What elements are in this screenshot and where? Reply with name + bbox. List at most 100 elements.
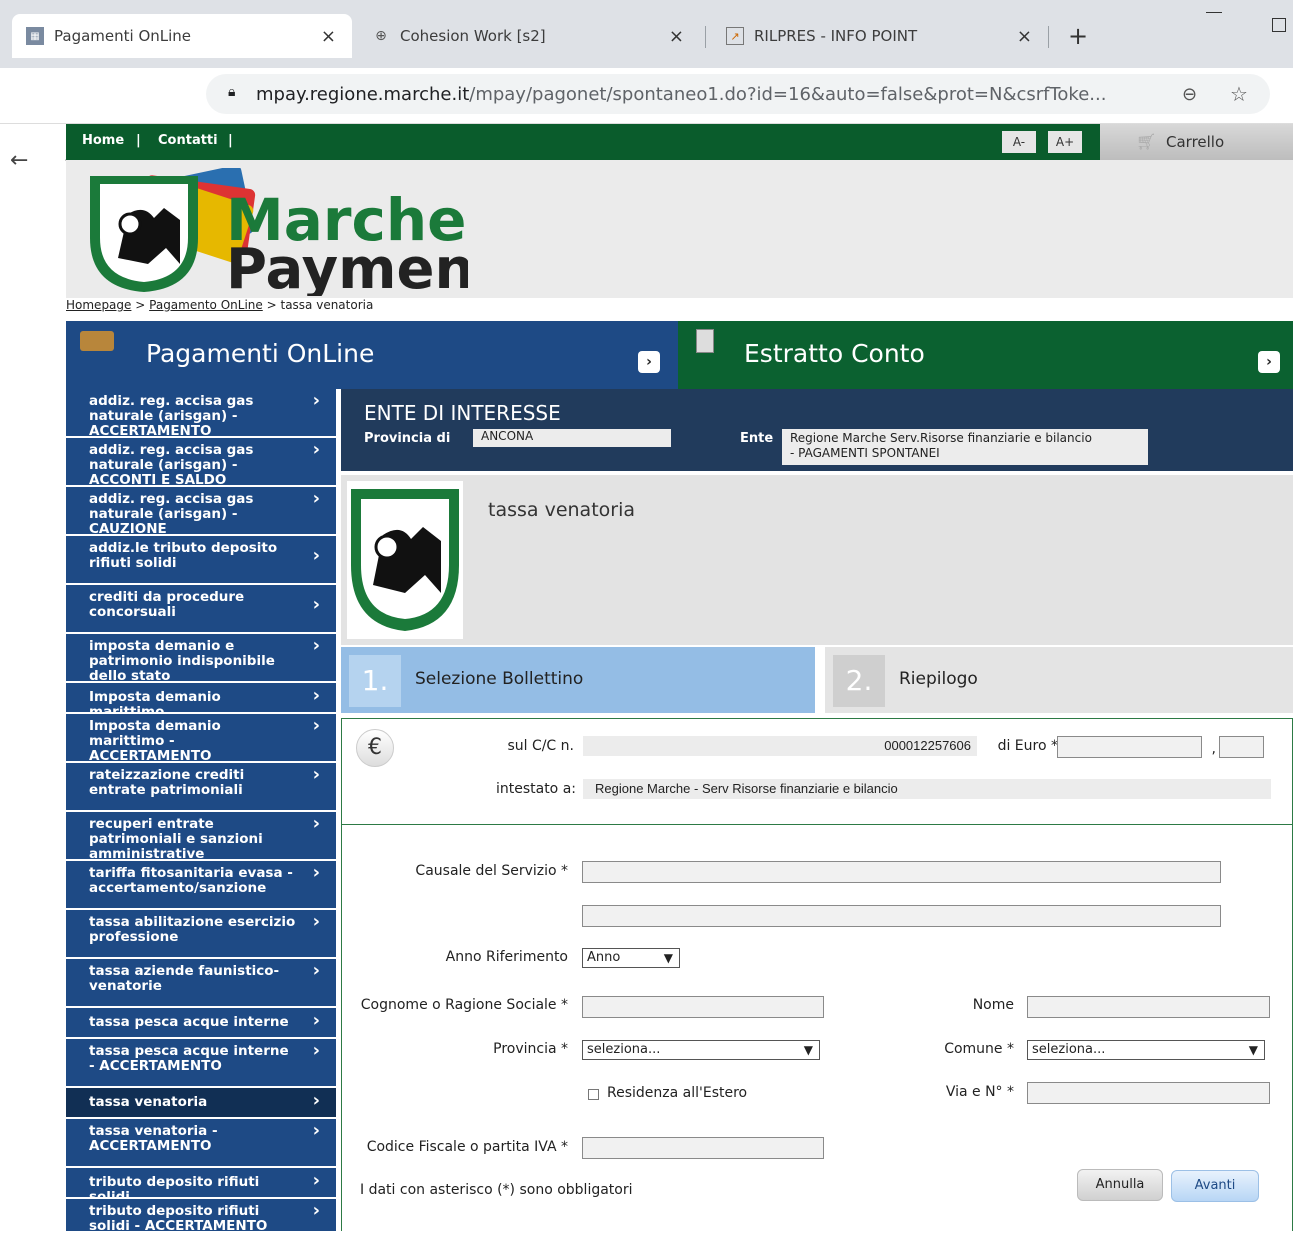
sidebar-item[interactable]: Imposta demanio marittimo › <box>66 683 336 720</box>
sidebar-item[interactable]: tassa pesca acque interne › <box>66 1008 336 1039</box>
sidebar-item[interactable]: crediti da procedure concorsuali › <box>66 585 336 634</box>
breadcrumb-homepage-link[interactable]: Homepage <box>66 298 131 312</box>
codice-fiscale-input[interactable] <box>582 1137 824 1159</box>
bookmark-star-icon[interactable]: ☆ <box>1230 82 1248 106</box>
ente-panel: ENTE DI INTERESSE Provincia di ANCONA En… <box>341 389 1293 471</box>
sidebar-item[interactable]: tributo deposito rifiuti solidi - ACCERT… <box>66 1199 336 1234</box>
contatti-link[interactable]: Contatti <box>158 133 218 148</box>
provincia-select-value: seleziona... <box>587 1042 661 1057</box>
sidebar-item[interactable]: addiz. reg. accisa gas naturale (arisgan… <box>66 389 336 439</box>
ente-value: Regione Marche Serv.Risorse finanziarie … <box>782 429 1148 465</box>
url-bar[interactable]: 🔒︎ mpay.regione.marche.it/mpay/pagonet/s… <box>206 74 1270 114</box>
close-tab-icon[interactable]: × <box>669 26 684 47</box>
chevron-right-icon: › <box>312 813 320 834</box>
main-content: ENTE DI INTERESSE Provincia di ANCONA En… <box>341 389 1293 1231</box>
lock-icon: 🔒︎ <box>228 84 236 100</box>
required-fields-note: I dati con asterisco (*) sono obbligator… <box>360 1182 633 1198</box>
chevron-down-icon: ▼ <box>1248 1043 1258 1057</box>
sidebar-item[interactable]: tassa pesca acque interne - ACCERTAMENTO… <box>66 1039 336 1088</box>
marche-payment-logo: Marche Payment <box>90 168 468 296</box>
minimize-window-icon[interactable] <box>1206 12 1222 13</box>
back-arrow-icon[interactable]: ← <box>10 148 28 173</box>
home-link[interactable]: Home <box>82 133 124 148</box>
site-header: Marche Payment <box>66 160 1293 298</box>
arrow-right-icon[interactable]: › <box>1258 351 1280 373</box>
cognome-input[interactable] <box>582 996 824 1018</box>
sidebar-item[interactable]: recuperi entrate patrimoniali e sanzioni… <box>66 812 336 862</box>
maximize-window-icon[interactable] <box>1272 18 1286 32</box>
chevron-right-icon: › <box>312 1040 320 1061</box>
font-decrease-button[interactable]: A- <box>1002 131 1036 153</box>
euro-integer-input[interactable] <box>1057 736 1202 758</box>
sidebar-item-label: tassa abilitazione esercizio professione <box>89 914 296 945</box>
chart-favicon-icon: ↗ <box>726 27 744 45</box>
pagamenti-online-banner[interactable]: Pagamenti OnLine › <box>66 321 678 389</box>
sidebar-item-label: tassa aziende faunistico-venatorie <box>89 963 280 994</box>
ente-value-line1: Regione Marche Serv.Risorse finanziarie … <box>790 431 1092 445</box>
zoom-icon[interactable]: ⊖ <box>1182 84 1197 105</box>
tab-separator <box>1048 26 1049 48</box>
sidebar-item[interactable]: tariffa fitosanitaria evasa - accertamen… <box>66 861 336 910</box>
new-tab-button[interactable]: + <box>1068 22 1088 50</box>
breadcrumb-current: tassa venatoria <box>280 298 374 312</box>
intestato-value: Regione Marche - Serv Risorse finanziari… <box>583 779 1271 799</box>
nome-input[interactable] <box>1027 996 1270 1018</box>
breadcrumb-pagamento-link[interactable]: Pagamento OnLine <box>149 298 263 312</box>
chevron-right-icon: › <box>312 594 320 615</box>
cart-button[interactable]: 🛒︎ Carrello <box>1100 124 1293 160</box>
sidebar-item[interactable]: Imposta demanio marittimo - ACCERTAMENTO… <box>66 714 336 764</box>
anno-select-value: Anno <box>587 950 621 965</box>
sidebar-item-label: tassa pesca acque interne - ACCERTAMENTO <box>89 1043 289 1074</box>
sidebar-item[interactable]: tassa venatoria - ACCERTAMENTO › <box>66 1119 336 1168</box>
sidebar-item-label: tassa venatoria - ACCERTAMENTO <box>89 1123 218 1154</box>
pagamenti-online-title: Pagamenti OnLine <box>146 339 375 368</box>
font-increase-button[interactable]: A+ <box>1048 131 1082 153</box>
step-selezione-bollettino: 1. Selezione Bollettino <box>341 647 815 713</box>
services-sidebar: addiz. reg. accisa gas naturale (arisgan… <box>66 389 336 1234</box>
nome-label: Nome <box>972 997 1014 1013</box>
causale-input-1[interactable] <box>582 861 1221 883</box>
causale-input-2[interactable] <box>582 905 1221 927</box>
annulla-button[interactable]: Annulla <box>1077 1169 1163 1201</box>
chevron-right-icon: › <box>312 488 320 509</box>
provincia-select[interactable]: seleziona... ▼ <box>582 1040 820 1060</box>
arrow-right-icon[interactable]: › <box>638 351 660 373</box>
causale-label: Causale del Servizio * <box>415 863 568 879</box>
cart-icon: 🛒︎ <box>1136 132 1157 151</box>
ente-label: Ente <box>740 431 774 446</box>
avanti-button[interactable]: Avanti <box>1171 1170 1259 1202</box>
sidebar-item-selected[interactable]: tassa venatoria › <box>66 1088 336 1119</box>
comune-select[interactable]: seleziona... ▼ <box>1027 1040 1265 1060</box>
chevron-right-icon: › <box>312 911 320 932</box>
sidebar-item[interactable]: addiz. reg. accisa gas naturale (arisgan… <box>66 487 336 537</box>
residenza-estero-checkbox[interactable] <box>588 1089 599 1100</box>
sidebar-item[interactable]: tassa abilitazione esercizio professione… <box>66 910 336 959</box>
comune-label: Comune * <box>944 1041 1014 1057</box>
browser-tab-bar: ▦ Pagamenti OnLine × ⊕ Cohesion Work [s2… <box>0 0 1293 68</box>
sidebar-item-label: rateizzazione crediti entrate patrimonia… <box>89 767 245 798</box>
tab-pagamenti-online[interactable]: ▦ Pagamenti OnLine × <box>12 14 352 58</box>
close-tab-icon[interactable]: × <box>321 26 336 47</box>
sidebar-item-label: tariffa fitosanitaria evasa - accertamen… <box>89 865 293 896</box>
euro-cents-input[interactable] <box>1219 736 1264 758</box>
tab-rilpres[interactable]: ↗ RILPRES - INFO POINT × <box>712 14 1048 58</box>
close-tab-icon[interactable]: × <box>1017 26 1032 47</box>
sidebar-item[interactable]: imposta demanio e patrimonio indisponibi… <box>66 634 336 684</box>
estratto-conto-banner[interactable]: Estratto Conto › <box>678 321 1293 389</box>
breadcrumb: Homepage > Pagamento OnLine > tassa vena… <box>66 298 373 318</box>
estratto-conto-title: Estratto Conto <box>744 339 925 368</box>
url-host: mpay.regione.marche.it <box>256 83 470 105</box>
sidebar-item[interactable]: rateizzazione crediti entrate patrimonia… <box>66 763 336 812</box>
sidebar-item[interactable]: addiz.le tributo deposito rifiuti solidi… <box>66 536 336 585</box>
ente-title: ENTE DI INTERESSE <box>364 401 561 425</box>
via-input[interactable] <box>1027 1082 1270 1104</box>
sidebar-item[interactable]: tassa aziende faunistico-venatorie › <box>66 959 336 1008</box>
tab-separator <box>705 26 706 48</box>
sidebar-item[interactable]: addiz. reg. accisa gas naturale (arisgan… <box>66 438 336 488</box>
tab-cohesion-work[interactable]: ⊕ Cohesion Work [s2] × <box>358 14 700 58</box>
chevron-down-icon: ▼ <box>803 1043 813 1057</box>
sidebar-item[interactable]: tributo deposito rifiuti solidi › <box>66 1168 336 1205</box>
anno-select[interactable]: Anno ▼ <box>582 948 680 968</box>
ente-value-line2: - PAGAMENTI SPONTANEI <box>790 446 940 460</box>
chevron-right-icon: › <box>312 635 320 656</box>
